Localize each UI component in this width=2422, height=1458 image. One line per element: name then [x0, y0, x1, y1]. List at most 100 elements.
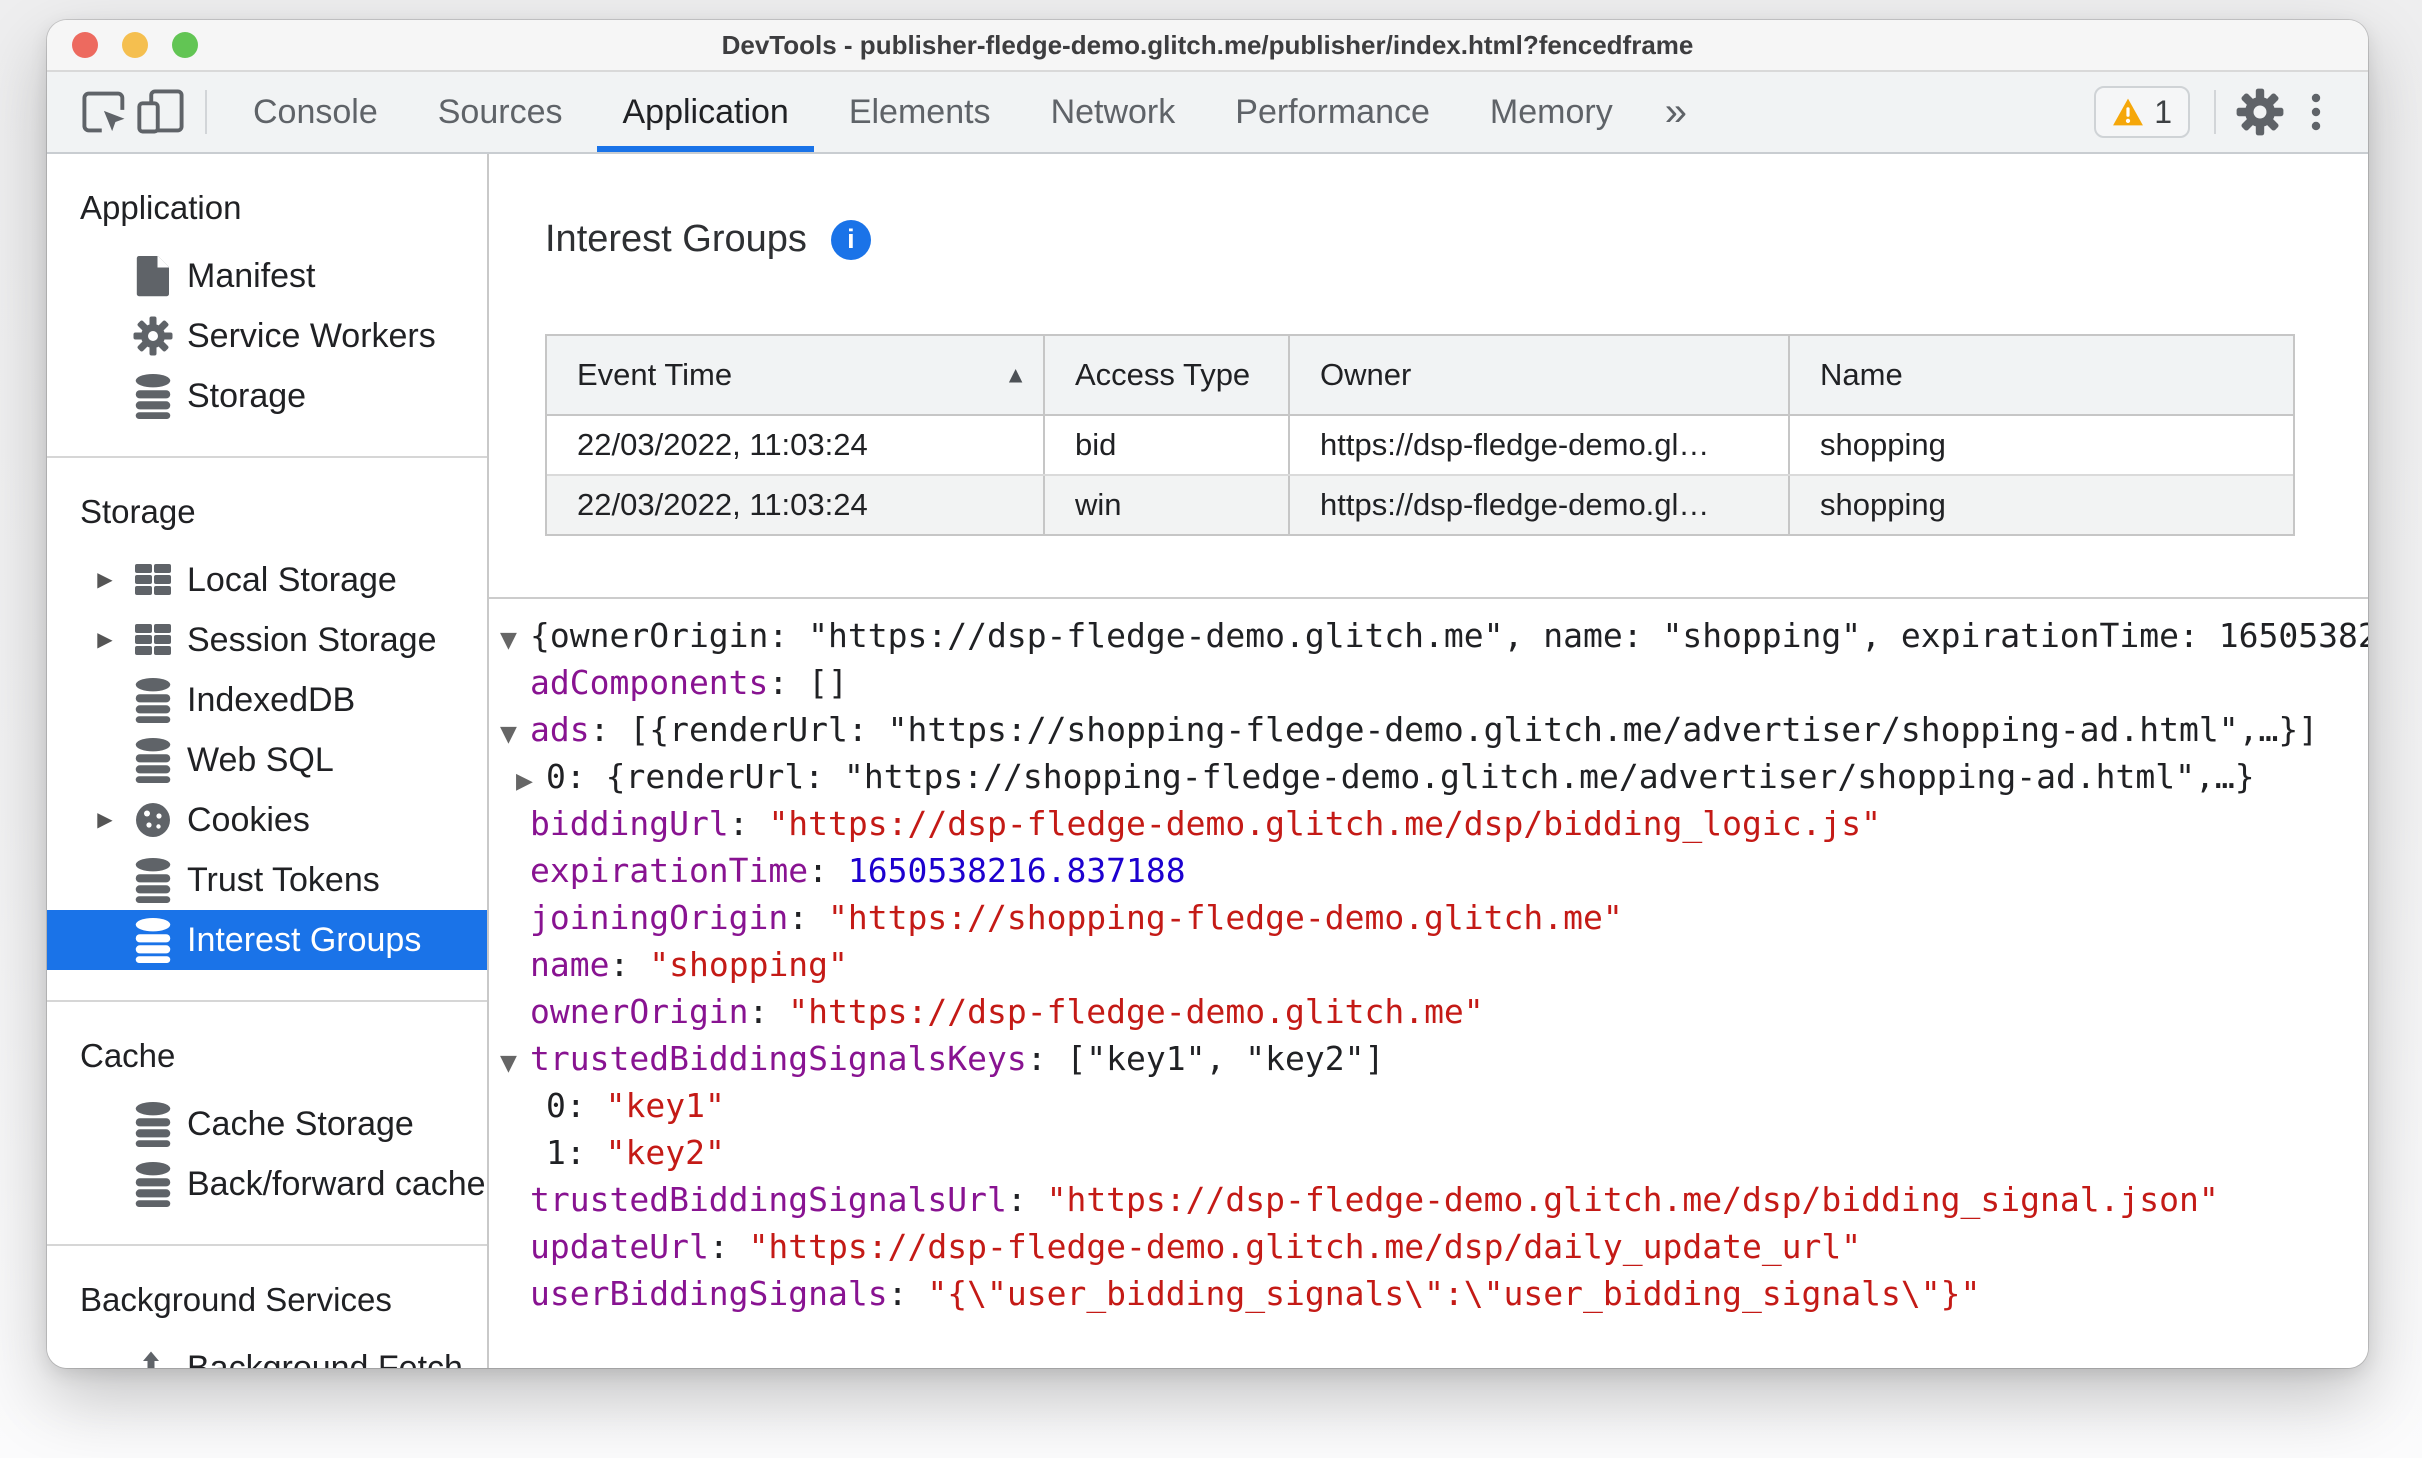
tree-row[interactable]: ▼ ads: [{renderUrl: "https://shopping-fle…	[500, 706, 2368, 753]
section-cache: Cache Cache Storage Back/forward cache	[47, 1000, 487, 1214]
tree-row[interactable]: 0: "key1"	[500, 1082, 2368, 1129]
json-plain-text: :	[565, 1086, 606, 1125]
column-header-event-time[interactable]: Event Time ▲	[547, 336, 1045, 414]
warning-icon	[2112, 97, 2144, 127]
tab-application[interactable]: Application	[592, 72, 818, 152]
tree-row[interactable]: trustedBiddingSignalsUrl: "https://dsp-f…	[500, 1176, 2368, 1223]
table-row[interactable]: 22/03/2022, 11:03:24 win https://dsp-fledg…	[547, 476, 2293, 534]
toolbar-separator	[205, 90, 207, 134]
column-header-name[interactable]: Name	[1790, 336, 2293, 414]
settings-gear-icon[interactable]	[2232, 84, 2288, 140]
section-application: Application Manifest Service Workers Storag…	[47, 154, 487, 426]
tree-expanded-arrow-icon[interactable]: ▼	[500, 1040, 530, 1087]
database-icon	[131, 857, 175, 903]
minimize-button[interactable]	[122, 32, 148, 58]
more-tabs-button[interactable]: »	[1643, 72, 1709, 152]
expand-arrow-icon[interactable]: ▶	[89, 550, 121, 610]
tab-sources[interactable]: Sources	[408, 72, 593, 152]
sidebar-item-trust-tokens[interactable]: Trust Tokens	[47, 850, 487, 910]
tab-memory[interactable]: Memory	[1460, 72, 1643, 152]
database-icon	[131, 917, 175, 963]
device-toolbar-icon[interactable]	[133, 84, 189, 140]
devtools-body: Application Manifest Service Workers Storag…	[47, 154, 2368, 1368]
column-header-access-type[interactable]: Access Type	[1045, 336, 1290, 414]
main-panel: Interest Groups Event Time▲Access TypeOw…	[489, 154, 2368, 1368]
tree-row[interactable]: updateUrl: "https://dsp-fledge-demo.glit…	[500, 1223, 2368, 1270]
json-key-text: trustedBiddingSignalsUrl	[530, 1180, 1007, 1219]
sidebar-item-service-workers[interactable]: Service Workers	[47, 306, 487, 366]
json-plain-text: :	[788, 898, 829, 937]
json-str-text: "shopping"	[649, 945, 848, 984]
json-str-text: "https://dsp-fledge-demo.glitch.me/dsp/b…	[768, 804, 1882, 843]
tree-expanded-arrow-icon[interactable]: ▼	[500, 617, 530, 664]
json-key-text: ads	[530, 710, 590, 749]
sidebar-item-label: Local Storage	[187, 560, 397, 599]
table-cell: win	[1045, 476, 1290, 534]
sidebar-item-manifest[interactable]: Manifest	[47, 246, 487, 306]
json-idx-text: 0	[546, 1086, 566, 1125]
maximize-button[interactable]	[172, 32, 198, 58]
warning-badge[interactable]: 1	[2094, 86, 2190, 138]
table-cell: https://dsp-fledge-demo.gl…	[1290, 476, 1790, 534]
sidebar-item-cache-storage[interactable]: Cache Storage	[47, 1094, 487, 1154]
panel-divider	[489, 597, 2368, 599]
database-icon	[131, 373, 175, 419]
tree-collapsed-arrow-icon[interactable]: ▶	[516, 758, 546, 805]
sidebar-item-session-storage[interactable]: ▶ Session Storage	[47, 610, 487, 670]
tab-performance[interactable]: Performance	[1205, 72, 1460, 152]
sidebar-item-local-storage[interactable]: ▶ Local Storage	[47, 550, 487, 610]
json-plain-text: : []	[768, 663, 848, 702]
json-key-text: name	[530, 945, 610, 984]
tree-row[interactable]: ▶ 0: {renderUrl: "https://shopping-fledge…	[500, 753, 2368, 800]
json-plain-text: :	[565, 1133, 606, 1172]
heading-row: Interest Groups	[545, 218, 871, 261]
sidebar-item-back-forward-cache[interactable]: Back/forward cache	[47, 1154, 487, 1214]
sidebar-item-background-fetch[interactable]: Background Fetch	[47, 1338, 487, 1368]
sidebar-item-label: Interest Groups	[187, 920, 422, 959]
table-cell: bid	[1045, 416, 1290, 474]
sidebar-item-indexeddb[interactable]: IndexedDB	[47, 670, 487, 730]
devtools-window: DevTools - publisher-fledge-demo.glitch.…	[47, 20, 2368, 1368]
sidebar-item-storage[interactable]: Storage	[47, 366, 487, 426]
json-str-text: "https://dsp-fledge-demo.glitch.me"	[788, 992, 1484, 1031]
inspect-element-icon[interactable]	[77, 84, 133, 140]
tree-row[interactable]: biddingUrl: "https://dsp-fledge-demo.gli…	[500, 800, 2368, 847]
tab-elements[interactable]: Elements	[819, 72, 1021, 152]
cookie-icon	[131, 797, 175, 843]
sidebar-item-label: IndexedDB	[187, 680, 356, 719]
expand-arrow-icon[interactable]: ▶	[89, 610, 121, 670]
tree-row[interactable]: userBiddingSignals: "{\"user_bidding_sig…	[500, 1270, 2368, 1317]
info-icon[interactable]	[830, 219, 871, 260]
json-key-text: updateUrl	[530, 1227, 709, 1266]
sidebar-item-label: Cache Storage	[187, 1104, 414, 1143]
column-header-owner[interactable]: Owner	[1290, 336, 1790, 414]
sidebar-item-cookies[interactable]: ▶ Cookies	[47, 790, 487, 850]
tree-row[interactable]: expirationTime: 1650538216.837188	[500, 847, 2368, 894]
tab-console[interactable]: Console	[223, 72, 408, 152]
database-icon	[131, 737, 175, 783]
tree-row[interactable]: 1: "key2"	[500, 1129, 2368, 1176]
sidebar-item-web-sql[interactable]: Web SQL	[47, 730, 487, 790]
json-str-text: "key2"	[605, 1133, 725, 1172]
table-header-row: Event Time ▲ Access Type Owner Name	[547, 336, 2293, 416]
json-plain-text: :	[728, 804, 769, 843]
kebab-menu-icon[interactable]	[2288, 84, 2344, 140]
tree-expanded-arrow-icon[interactable]: ▼	[500, 711, 530, 758]
tree-row[interactable]: ▼ trustedBiddingSignalsKeys: ["key1", "ke…	[500, 1035, 2368, 1082]
sidebar: Application Manifest Service Workers Storag…	[47, 154, 489, 1368]
sort-ascending-icon: ▲	[1004, 361, 1027, 388]
sidebar-item-interest-groups[interactable]: Interest Groups	[47, 910, 487, 970]
tree-row[interactable]: ownerOrigin: "https://dsp-fledge-demo.gl…	[500, 988, 2368, 1035]
table-icon	[131, 557, 175, 603]
tree-row[interactable]: ▼ {ownerOrigin: "https://dsp-fledge-demo.…	[500, 612, 2368, 659]
tree-row[interactable]: joiningOrigin: "https://shopping-fledge-…	[500, 894, 2368, 941]
sidebar-item-label: Cookies	[187, 800, 310, 839]
expand-arrow-icon[interactable]: ▶	[89, 790, 121, 850]
tree-row[interactable]: adComponents: []	[500, 659, 2368, 706]
close-button[interactable]	[72, 32, 98, 58]
json-plain-text: : ["key1", "key2"]	[1026, 1039, 1385, 1078]
sidebar-item-label: Storage	[187, 376, 307, 415]
tab-network[interactable]: Network	[1021, 72, 1206, 152]
tree-row[interactable]: name: "shopping"	[500, 941, 2368, 988]
table-row[interactable]: 22/03/2022, 11:03:24 bid https://dsp-fledg…	[547, 416, 2293, 476]
